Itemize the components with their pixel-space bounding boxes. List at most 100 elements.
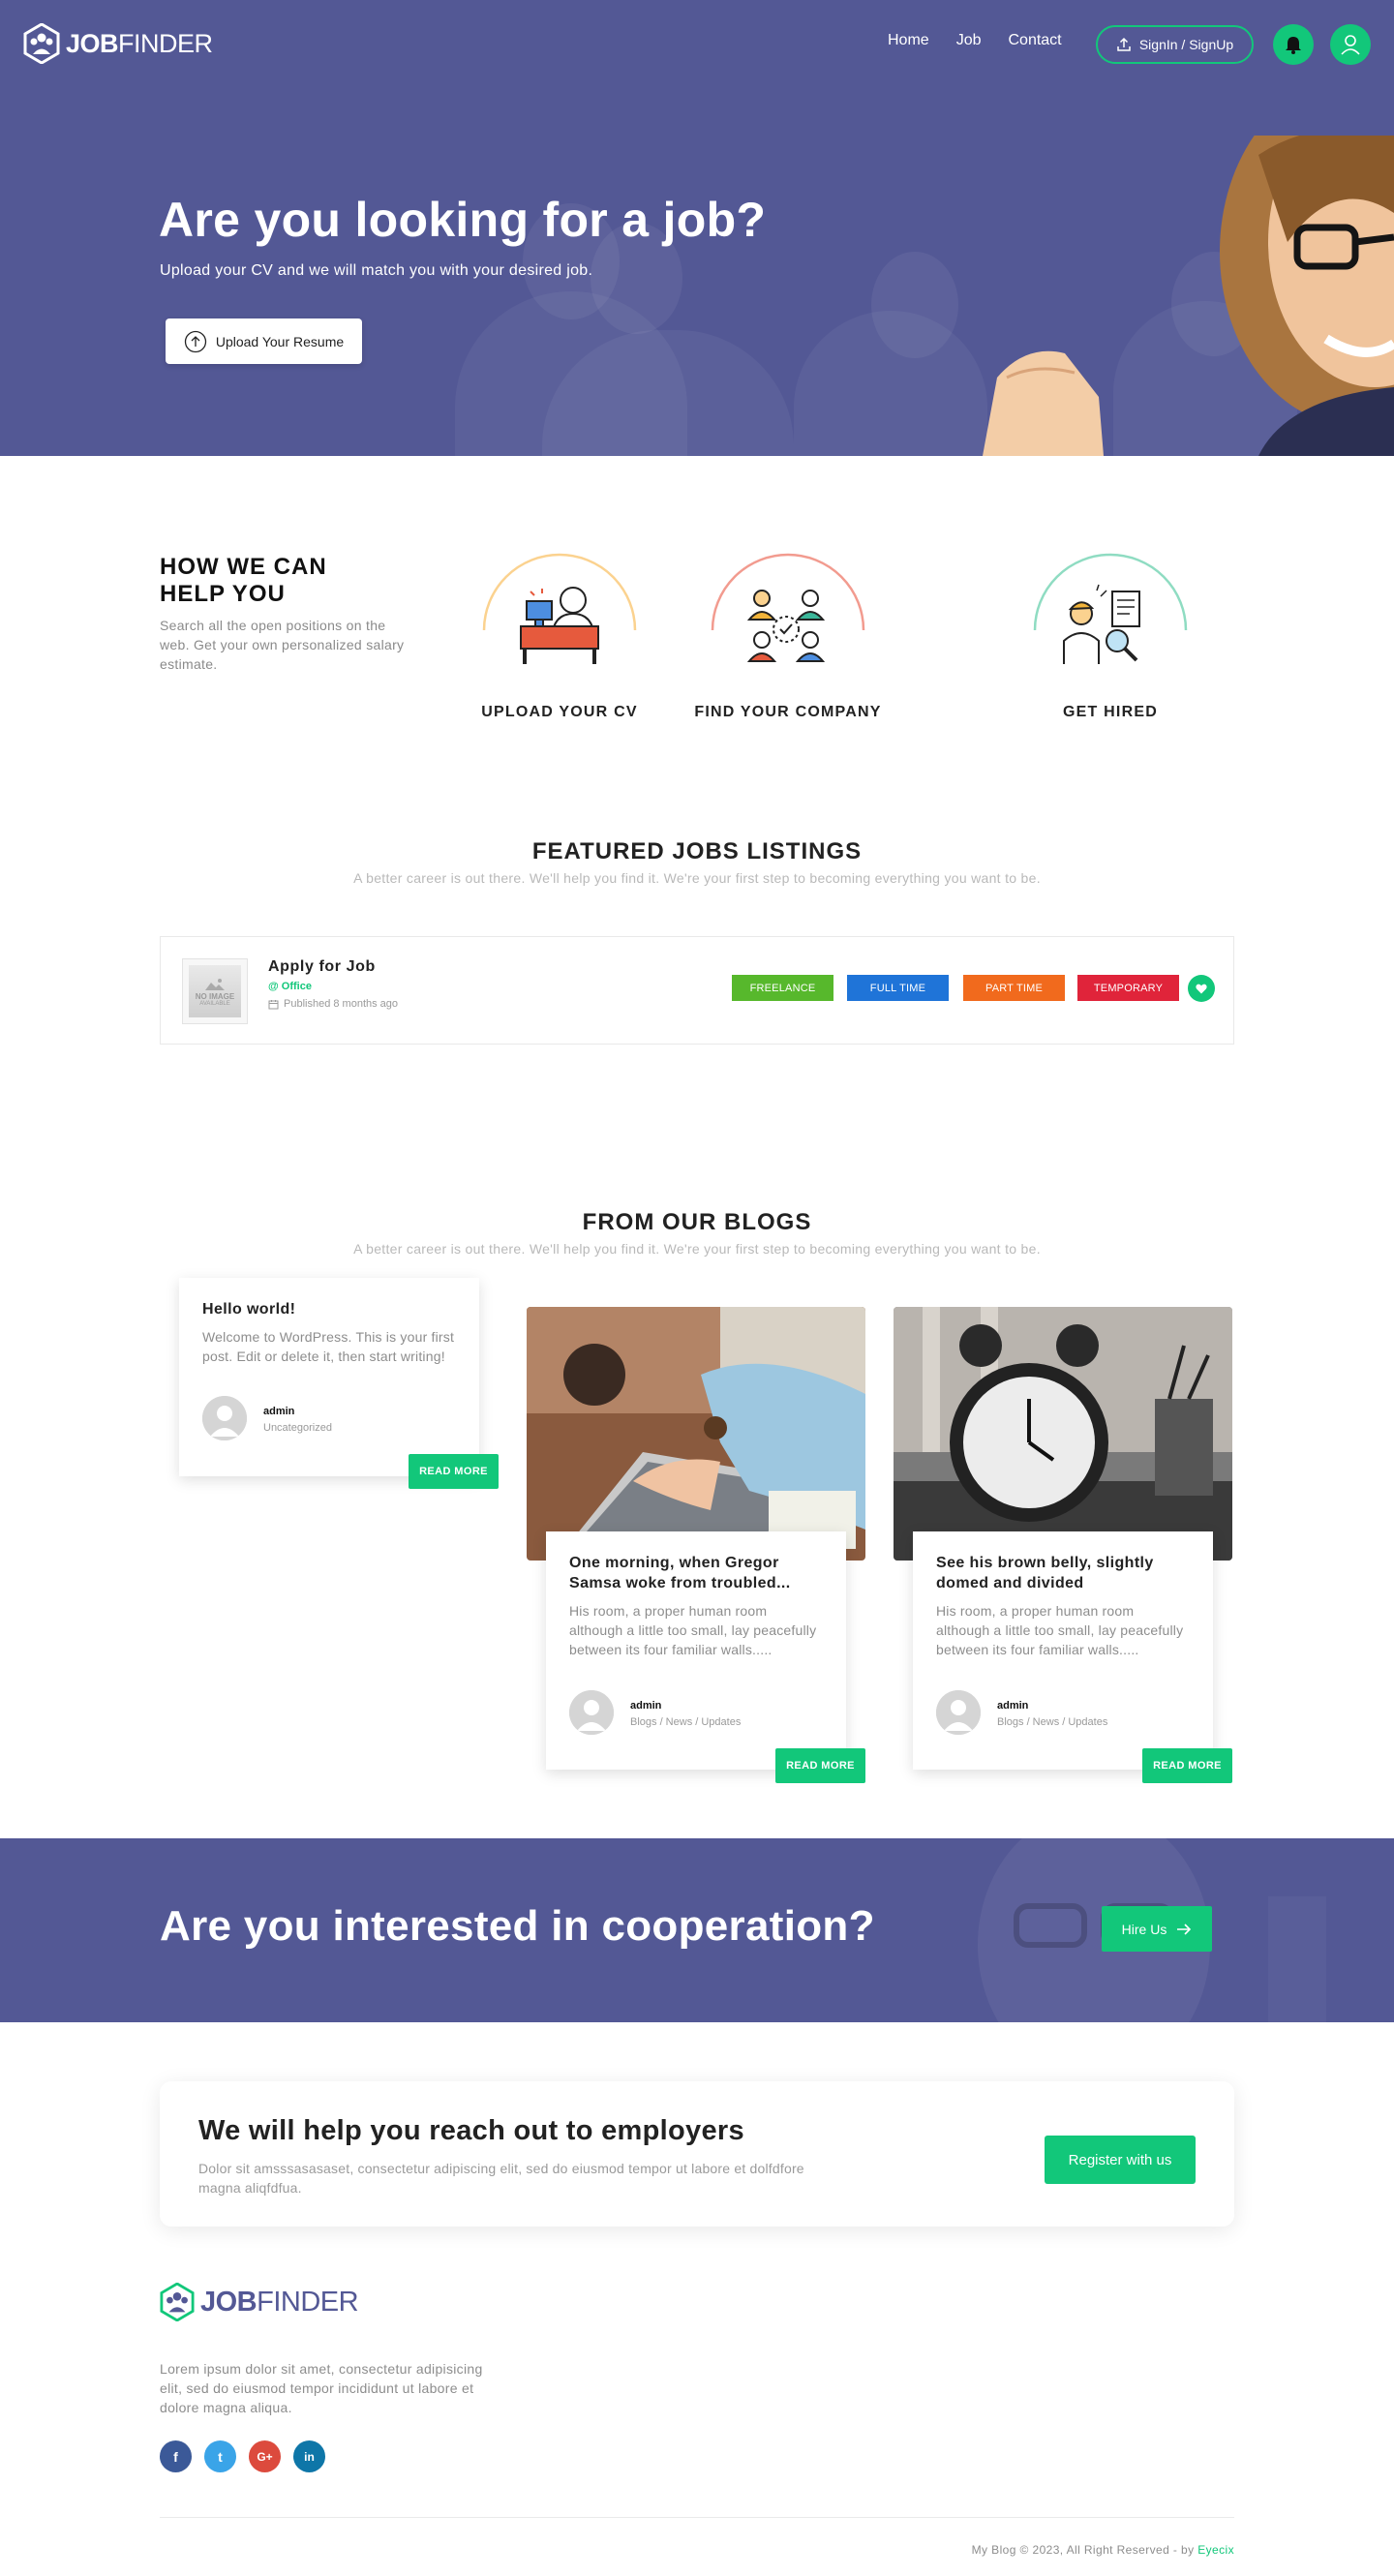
- nav-link-job[interactable]: Job: [956, 32, 982, 49]
- footer-divider: [160, 2517, 1234, 2518]
- blog-post-author[interactable]: admin: [630, 1700, 661, 1712]
- step-find-company-label: FIND YOUR COMPANY: [694, 704, 882, 720]
- blogs-title: FROM OUR BLOGS: [582, 1209, 812, 1235]
- footer-about-text: Lorem ipsum dolor sit amet, consectetur …: [160, 2361, 483, 2415]
- page: JOBFINDER Home Job Contact SignIn / Sign…: [0, 0, 1394, 2576]
- read-more-button[interactable]: READ MORE: [1142, 1748, 1232, 1783]
- google-plus-icon[interactable]: G+: [249, 2440, 281, 2472]
- employers-title: We will help you reach out to employers: [198, 2115, 744, 2146]
- jobfinder-logo-icon: [160, 2283, 195, 2321]
- no-image-sublabel: AVAILABLE: [199, 1000, 230, 1007]
- cooperation-title: Are you interested in cooperation?: [160, 1902, 875, 1950]
- upload-resume-label: Upload Your Resume: [215, 333, 345, 349]
- blogs-subtitle: A better career is out there. We'll help…: [353, 1241, 1041, 1257]
- facebook-icon[interactable]: f: [160, 2440, 192, 2472]
- hire-us-button[interactable]: Hire Us: [1102, 1906, 1212, 1952]
- blog-post-author[interactable]: admin: [263, 1406, 294, 1417]
- blog-post-category[interactable]: Blogs / News / Updates: [630, 1716, 741, 1728]
- job-published-label: Published 8 months ago: [284, 998, 399, 1010]
- nav-links: Home Job Contact: [888, 32, 1089, 49]
- nav-link-home[interactable]: Home: [888, 32, 929, 49]
- author-avatar: [569, 1690, 614, 1735]
- employers-callout: We will help you reach out to employers …: [160, 2081, 1234, 2227]
- no-image-placeholder: NO IMAGE AVAILABLE: [189, 965, 241, 1017]
- employers-text: Dolor sit amsssasasaset, consectetur adi…: [198, 2161, 804, 2196]
- upload-resume-button[interactable]: Upload Your Resume: [166, 318, 362, 364]
- signin-signup-label: SignIn / SignUp: [1138, 37, 1234, 52]
- blog-post-category[interactable]: Uncategorized: [263, 1422, 332, 1434]
- blog-post-card: Hello world! Welcome to WordPress. This …: [179, 1278, 479, 1476]
- blog-post-author[interactable]: admin: [997, 1700, 1028, 1712]
- upload-icon: [1117, 37, 1131, 51]
- badge-part-time[interactable]: PART TIME: [963, 975, 1065, 1001]
- blog-post-image-laptop[interactable]: [527, 1307, 865, 1561]
- footer-logo[interactable]: JOBFINDER: [160, 2283, 359, 2321]
- blog-post-excerpt: Welcome to WordPress. This is your first…: [202, 1329, 455, 1364]
- avatar-placeholder-icon: [569, 1690, 614, 1735]
- blog-post-excerpt: His room, a proper human room although a…: [569, 1603, 817, 1657]
- register-button[interactable]: Register with us: [1045, 2136, 1196, 2184]
- copyright-brand-link[interactable]: Eyecix: [1197, 2543, 1234, 2557]
- author-avatar: [936, 1690, 981, 1735]
- signin-signup-button[interactable]: SignIn / SignUp: [1096, 25, 1254, 64]
- user-account-button[interactable]: [1330, 24, 1371, 65]
- job-published-date: Published 8 months ago: [268, 998, 398, 1010]
- arrow-up-circle-icon: [184, 330, 206, 352]
- footer-logo-text: JOBFINDER: [200, 2286, 359, 2318]
- blog-post-category[interactable]: Blogs / News / Updates: [997, 1716, 1107, 1728]
- blog-post-title[interactable]: See his brown belly, slightly domed and …: [936, 1553, 1190, 1593]
- badge-temporary[interactable]: TEMPORARY: [1077, 975, 1179, 1001]
- blog-post-card: See his brown belly, slightly domed and …: [913, 1531, 1213, 1770]
- upload-cv-icon: [482, 553, 637, 664]
- badge-full-time[interactable]: FULL TIME: [847, 975, 949, 1001]
- step-get-hired: [1004, 548, 1217, 674]
- job-title[interactable]: Apply for Job: [268, 958, 376, 976]
- linkedin-icon[interactable]: in: [293, 2440, 325, 2472]
- bell-icon: [1286, 37, 1301, 54]
- top-navbar: JOBFINDER Home Job Contact SignIn / Sign…: [0, 0, 1394, 87]
- read-more-button[interactable]: READ MORE: [409, 1454, 499, 1489]
- read-more-button[interactable]: READ MORE: [775, 1748, 865, 1783]
- calendar-icon: [268, 999, 279, 1009]
- blog-post-title[interactable]: Hello world!: [202, 1299, 456, 1319]
- blog-post-image-clock[interactable]: [894, 1307, 1232, 1561]
- twitter-icon[interactable]: t: [204, 2440, 236, 2472]
- featured-jobs-subtitle: A better career is out there. We'll help…: [353, 870, 1041, 886]
- get-hired-icon: [1033, 553, 1188, 664]
- jobfinder-logo-icon: [23, 23, 60, 64]
- hero-bg-figure: [871, 252, 958, 358]
- nav-link-contact[interactable]: Contact: [1008, 32, 1061, 49]
- site-logo[interactable]: JOBFINDER: [23, 23, 213, 64]
- laptop-photo: [527, 1307, 865, 1561]
- hero-banner: JOBFINDER Home Job Contact SignIn / Sign…: [0, 0, 1394, 456]
- notifications-button[interactable]: [1273, 24, 1314, 65]
- featured-jobs-title: FEATURED JOBS LISTINGS: [531, 838, 863, 864]
- favorite-job-button[interactable]: [1188, 975, 1215, 1002]
- avatar-placeholder-icon: [202, 1396, 247, 1440]
- cooperation-banner: Are you interested in cooperation? Hire …: [0, 1838, 1394, 2022]
- author-avatar: [202, 1396, 247, 1440]
- how-we-help-title: HOW WE CAN HELP YOU: [160, 554, 327, 607]
- job-thumbnail: NO IMAGE AVAILABLE: [182, 958, 248, 1024]
- job-location: @ Office: [268, 981, 312, 992]
- step-upload-cv-label: UPLOAD YOUR CV: [481, 704, 638, 720]
- blog-post-excerpt: His room, a proper human room although a…: [936, 1603, 1184, 1657]
- alarm-clock-photo: [894, 1307, 1232, 1561]
- avatar-placeholder-icon: [936, 1690, 981, 1735]
- step-find-company: [682, 548, 894, 674]
- copyright-prefix: My Blog © 2023, All Right Reserved - by: [971, 2543, 1195, 2557]
- hero-subtitle: Upload your CV and we will match you wit…: [160, 262, 593, 279]
- job-listing-card[interactable]: NO IMAGE AVAILABLE Apply for Job @ Offic…: [160, 936, 1234, 1045]
- blog-post-title[interactable]: One morning, when Gregor Samsa woke from…: [569, 1553, 823, 1593]
- hero-woman-photo: [983, 136, 1394, 456]
- image-placeholder-icon: [205, 978, 225, 990]
- blog-post-card: One morning, when Gregor Samsa woke from…: [546, 1531, 846, 1770]
- step-upload-cv: [453, 548, 666, 674]
- badge-freelance[interactable]: FREELANCE: [732, 975, 833, 1001]
- arrow-right-icon: [1177, 1923, 1192, 1935]
- step-get-hired-label: GET HIRED: [1063, 704, 1158, 720]
- site-logo-text: JOBFINDER: [66, 28, 213, 58]
- heart-icon: [1196, 984, 1207, 993]
- find-company-icon: [711, 553, 865, 662]
- hire-us-label: Hire Us: [1121, 1921, 1167, 1937]
